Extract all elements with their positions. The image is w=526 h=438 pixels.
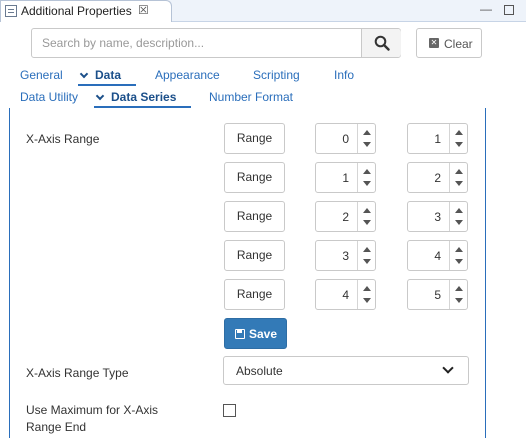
spinner-down-icon[interactable] xyxy=(363,259,371,264)
panel-right-border xyxy=(485,108,486,438)
spinner-down-icon[interactable] xyxy=(363,220,371,225)
minimize-icon[interactable]: — xyxy=(480,2,492,16)
view-tab-additional-properties[interactable]: Additional Properties ☒ xyxy=(0,0,172,22)
range-button[interactable]: Range xyxy=(224,162,285,193)
tab-general[interactable]: General xyxy=(20,68,63,82)
range-end-value: 2 xyxy=(434,171,441,185)
search-box xyxy=(31,28,401,58)
x-axis-range-label: X-Axis Range xyxy=(26,132,100,146)
range-end-spinner[interactable]: 5 xyxy=(407,279,468,310)
spinner-up-icon[interactable] xyxy=(363,130,371,135)
spinner-down-icon[interactable] xyxy=(363,298,371,303)
range-start-value: 4 xyxy=(342,288,349,302)
tab-data[interactable]: Data xyxy=(79,68,122,82)
range-start-spinner[interactable]: 3 xyxy=(315,240,376,271)
tab-number-format[interactable]: Number Format xyxy=(209,90,293,104)
tab-data-series-label: Data Series xyxy=(111,90,177,104)
spinner-down-icon[interactable] xyxy=(455,259,463,264)
tab-data-label: Data xyxy=(95,68,122,82)
search-button[interactable] xyxy=(361,29,401,57)
save-button[interactable]: Save xyxy=(224,318,287,349)
spinner-up-icon[interactable] xyxy=(363,208,371,213)
range-button[interactable]: Range xyxy=(224,201,285,232)
spinner-down-icon[interactable] xyxy=(363,181,371,186)
range-start-value: 0 xyxy=(342,132,349,146)
range-start-spinner[interactable]: 2 xyxy=(315,201,376,232)
spinner-up-icon[interactable] xyxy=(455,286,463,291)
range-end-spinner[interactable]: 3 xyxy=(407,201,468,232)
range-start-spinner[interactable]: 1 xyxy=(315,162,376,193)
spinner-down-icon[interactable] xyxy=(455,220,463,225)
use-maximum-label-line2: Range End xyxy=(26,420,87,434)
range-start-value: 1 xyxy=(342,171,349,185)
search-icon xyxy=(374,35,390,51)
range-start-spinner[interactable]: 0 xyxy=(315,123,376,154)
range-end-spinner[interactable]: 1 xyxy=(407,123,468,154)
tab-scripting[interactable]: Scripting xyxy=(253,68,300,82)
range-end-spinner[interactable]: 4 xyxy=(407,240,468,271)
save-icon xyxy=(235,329,245,339)
range-end-value: 5 xyxy=(434,288,441,302)
range-button[interactable]: Range xyxy=(224,123,285,154)
dropdown-caret-icon xyxy=(442,362,454,374)
spinner-up-icon[interactable] xyxy=(363,169,371,174)
range-end-value: 3 xyxy=(434,210,441,224)
tab-data-utility[interactable]: Data Utility xyxy=(20,90,78,104)
spinner-down-icon[interactable] xyxy=(455,298,463,303)
range-start-spinner[interactable]: 4 xyxy=(315,279,376,310)
spinner-down-icon[interactable] xyxy=(363,142,371,147)
x-axis-range-type-label: X-Axis Range Type xyxy=(26,366,129,380)
range-end-spinner[interactable]: 2 xyxy=(407,162,468,193)
view-tab-bar: Additional Properties ☒ — xyxy=(0,0,526,22)
chevron-down-icon xyxy=(95,91,105,101)
spinner-up-icon[interactable] xyxy=(455,208,463,213)
spinner-up-icon[interactable] xyxy=(455,169,463,174)
maximize-icon[interactable] xyxy=(504,5,514,15)
spinner-up-icon[interactable] xyxy=(455,130,463,135)
range-start-value: 2 xyxy=(342,210,349,224)
tab-info[interactable]: Info xyxy=(334,68,354,82)
spinner-up-icon[interactable] xyxy=(363,286,371,291)
tab-data-series-underline xyxy=(94,106,191,108)
clear-icon: ✕ xyxy=(429,38,439,48)
x-axis-range-type-value: Absolute xyxy=(236,364,283,378)
panel-left-border xyxy=(9,108,10,438)
search-input[interactable] xyxy=(32,29,361,57)
use-maximum-checkbox[interactable] xyxy=(223,404,236,417)
range-button[interactable]: Range xyxy=(224,240,285,271)
view-title: Additional Properties xyxy=(21,4,132,18)
close-icon[interactable]: ☒ xyxy=(138,3,149,17)
clear-button[interactable]: ✕ Clear xyxy=(416,28,482,58)
clear-button-label: Clear xyxy=(444,37,473,51)
range-start-value: 3 xyxy=(342,249,349,263)
range-end-value: 1 xyxy=(434,132,441,146)
chevron-down-icon xyxy=(79,69,89,79)
view-icon xyxy=(5,5,17,17)
range-end-value: 4 xyxy=(434,249,441,263)
tab-data-series[interactable]: Data Series xyxy=(95,90,177,104)
spinner-down-icon[interactable] xyxy=(455,181,463,186)
tab-data-underline xyxy=(78,84,136,86)
range-button[interactable]: Range xyxy=(224,279,285,310)
use-maximum-label-line1: Use Maximum for X-Axis xyxy=(26,403,159,417)
x-axis-range-type-select[interactable]: Absolute xyxy=(223,356,469,385)
save-button-label: Save xyxy=(249,327,278,341)
spinner-up-icon[interactable] xyxy=(455,247,463,252)
spinner-up-icon[interactable] xyxy=(363,247,371,252)
spinner-down-icon[interactable] xyxy=(455,142,463,147)
tab-appearance[interactable]: Appearance xyxy=(155,68,220,82)
